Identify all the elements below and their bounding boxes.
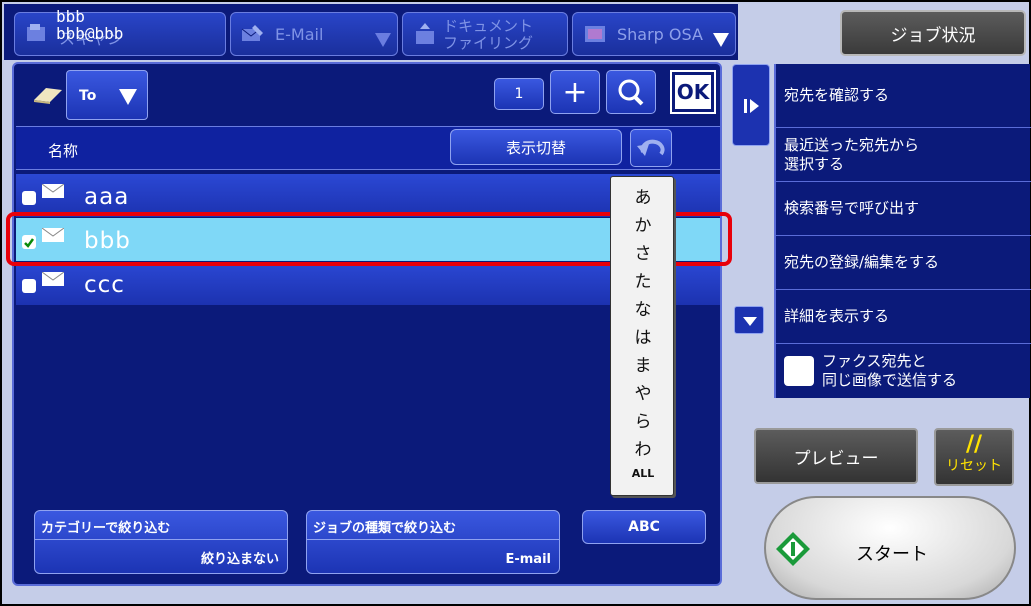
divider [307, 539, 559, 540]
email-edit-icon [241, 25, 263, 41]
filter-category-value: 絞り込まない [200, 552, 279, 567]
kana-index-ta[interactable]: た [611, 267, 675, 292]
mode-tab-bar: スキャン E-Mail ドキュメント ファイリング Sharp OSA bbb b… [4, 4, 738, 60]
current-address-display: bbb bbb@bbb [56, 8, 123, 42]
undo-icon [637, 139, 665, 156]
scroll-down-button[interactable] [734, 306, 764, 334]
confirm-destination-button[interactable]: 宛先を確認する [776, 64, 1031, 128]
osa-icon [585, 26, 605, 42]
fax-same-image-toggle[interactable]: ファクス宛先と 同じ画像で送信する [776, 344, 1031, 398]
tab-document-filing-label: ドキュメント ファイリング [443, 17, 534, 52]
filter-category-label: カテゴリーで絞り込む [41, 521, 171, 536]
tab-email[interactable]: E-Mail [230, 12, 398, 56]
start-button[interactable]: スタート [764, 496, 1016, 600]
entry-name: ccc [84, 272, 125, 298]
entry-name: aaa [84, 184, 130, 210]
kana-index-ka[interactable]: か [611, 211, 675, 236]
abc-index-button[interactable]: ABC [582, 510, 706, 544]
filter-jobtype-value: E-mail [505, 552, 551, 567]
reset-icon: // [965, 432, 983, 457]
tab-sharp-osa[interactable]: Sharp OSA [572, 12, 736, 56]
side-panel-toggle[interactable] [732, 64, 770, 146]
kana-index-all[interactable]: ALL [611, 467, 675, 480]
ok-button[interactable]: OK [670, 70, 716, 114]
undo-button[interactable] [630, 129, 672, 167]
filter-by-job-type-button[interactable]: ジョブの種類で絞り込む E-mail [306, 510, 560, 574]
recipient-type-select[interactable]: To [66, 70, 148, 120]
address-book-icon [34, 88, 62, 104]
document-filing-icon [416, 23, 434, 44]
name-column-label: 名称 [48, 142, 79, 160]
register-edit-destination-button[interactable]: 宛先の登録/編集をする [776, 236, 1031, 290]
action-list: 宛先を確認する 最近送った宛先から 選択する 検索番号で呼び出す 宛先の登録/編集… [774, 64, 1031, 398]
kana-index-wa[interactable]: わ [611, 435, 675, 460]
start-label: スタート [856, 544, 928, 565]
kana-index-ha[interactable]: は [611, 323, 675, 348]
kana-index-ya[interactable]: や [611, 379, 675, 404]
selected-count-button[interactable]: 1 [494, 78, 544, 110]
kana-index-bar: あ か さ た な は ま や ら わ ALL [610, 176, 674, 496]
show-details-button[interactable]: 詳細を表示する [776, 290, 1031, 344]
email-icon [42, 272, 64, 286]
chevron-right-icon [744, 99, 759, 113]
email-icon [42, 184, 64, 198]
search-number-button[interactable]: 検索番号で呼び出す [776, 182, 1031, 236]
reset-label: リセット [946, 458, 1002, 474]
chevron-down-icon[interactable] [713, 33, 729, 47]
plus-icon: + [562, 74, 588, 110]
filter-by-category-button[interactable]: カテゴリーで絞り込む 絞り込まない [34, 510, 288, 574]
kana-index-na[interactable]: な [611, 295, 675, 320]
preview-button[interactable]: プレビュー [754, 428, 918, 484]
tab-email-label: E-Mail [275, 25, 324, 44]
tab-document-filing[interactable]: ドキュメント ファイリング [402, 12, 568, 56]
screen: スキャン E-Mail ドキュメント ファイリング Sharp OSA bbb b… [0, 0, 1031, 606]
action-side-panel: 宛先を確認する 最近送った宛先から 選択する 検索番号で呼び出す 宛先の登録/編集… [732, 64, 1031, 398]
entry-checkbox[interactable] [22, 279, 36, 293]
entry-checkbox[interactable] [22, 191, 36, 205]
kana-index-sa[interactable]: さ [611, 239, 675, 264]
search-button[interactable] [606, 70, 656, 114]
kana-index-a[interactable]: あ [611, 183, 675, 208]
recipient-type-value: To [79, 88, 97, 104]
current-address-email: bbb@bbb [56, 24, 124, 43]
add-button[interactable]: + [550, 70, 600, 114]
filter-jobtype-label: ジョブの種類で絞り込む [313, 521, 457, 536]
chevron-down-icon [119, 89, 137, 105]
tab-sharp-osa-label: Sharp OSA [617, 25, 703, 44]
divider [35, 539, 287, 540]
search-icon [618, 79, 644, 106]
kana-index-ra[interactable]: ら [611, 407, 675, 432]
chevron-down-icon [375, 33, 391, 47]
recent-destinations-button[interactable]: 最近送った宛先から 選択する [776, 128, 1031, 182]
list-header: 名称 表示切替 [16, 126, 720, 170]
current-address-name: bbb [56, 7, 85, 26]
scan-icon [27, 24, 45, 41]
job-status-button[interactable]: ジョブ状況 [840, 10, 1026, 56]
fax-same-image-checkbox[interactable] [784, 356, 814, 386]
display-toggle-button[interactable]: 表示切替 [450, 129, 622, 165]
start-diamond-icon [776, 532, 810, 566]
reset-button[interactable]: // リセット [934, 428, 1014, 486]
kana-index-ma[interactable]: ま [611, 351, 675, 376]
